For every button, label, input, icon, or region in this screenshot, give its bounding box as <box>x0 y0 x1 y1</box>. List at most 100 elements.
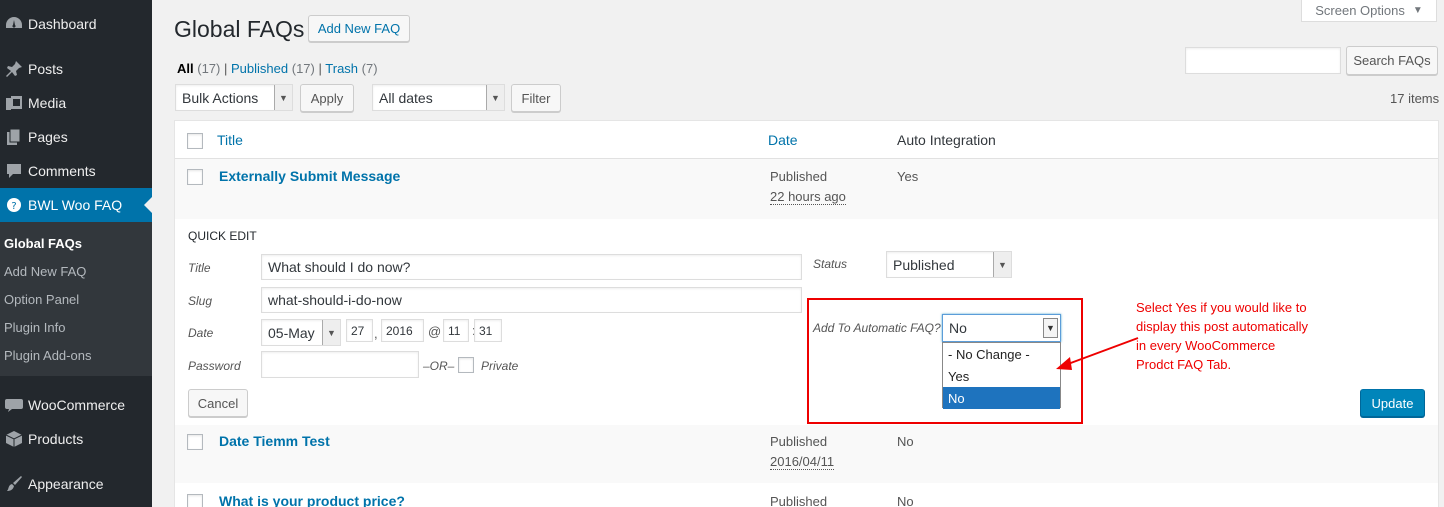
view-all[interactable]: All <box>177 61 194 76</box>
row-date-value: 2016/04/11 <box>770 454 835 470</box>
hour-input[interactable]: 11 <box>443 319 469 342</box>
auto-faq-options: - No Change - Yes No <box>942 342 1061 409</box>
option-yes[interactable]: Yes <box>943 365 1060 387</box>
menu-label: Dashboard <box>28 16 97 32</box>
update-button[interactable]: Update <box>1360 389 1425 417</box>
title-input[interactable]: What should I do now? <box>261 254 802 280</box>
row-title-link[interactable]: Externally Submit Message <box>219 168 400 184</box>
minute-input[interactable]: 31 <box>474 319 502 342</box>
row-checkbox[interactable] <box>187 494 203 507</box>
chevron-down-icon: ▼ <box>486 85 504 110</box>
private-label: Private <box>481 359 519 373</box>
month-select[interactable]: 05-May ▼ <box>261 319 341 346</box>
auto-faq-value: No <box>949 320 967 336</box>
title-label: Title <box>188 261 211 275</box>
view-published-count: (17) <box>291 61 315 76</box>
row-status: Published <box>770 169 828 184</box>
row-checkbox[interactable] <box>187 169 203 185</box>
row-auto: No <box>897 494 914 507</box>
bulk-actions-select[interactable]: Bulk Actions ▼ <box>175 84 293 111</box>
menu-label: Pages <box>28 129 68 145</box>
date-label: Date <box>188 326 214 340</box>
day-input[interactable]: 27 <box>346 319 373 342</box>
auto-faq-label: Add To Automatic FAQ? <box>813 321 941 335</box>
view-trash-count: (7) <box>361 61 378 76</box>
menu-label: WooCommerce <box>28 397 125 413</box>
row-date-value: 22 hours ago <box>770 189 846 205</box>
view-filters: All (17) | Published (17) | Trash (7) <box>177 61 378 76</box>
menu-appearance[interactable]: Appearance <box>0 467 152 501</box>
auto-faq-select[interactable]: No ▼ <box>942 314 1061 342</box>
chevron-down-icon: ▼ <box>993 252 1011 277</box>
submenu-plugin-addons[interactable]: Plugin Add-ons <box>4 348 91 363</box>
slug-input[interactable]: what-should-i-do-now <box>261 287 802 313</box>
password-input[interactable] <box>261 351 419 378</box>
password-label: Password <box>188 359 241 373</box>
pages-icon <box>0 128 28 146</box>
row-auto: Yes <box>897 169 919 184</box>
option-no[interactable]: No <box>943 387 1060 409</box>
search-faqs-button[interactable]: Search FAQs <box>1346 46 1438 75</box>
column-date[interactable]: Date <box>768 132 798 148</box>
row-title-link[interactable]: Date Tiemm Test <box>219 433 330 449</box>
select-all-checkbox[interactable] <box>187 133 203 149</box>
dates-value: All dates <box>379 89 433 106</box>
submenu-add-new-faq[interactable]: Add New FAQ <box>4 264 86 279</box>
annotation-arrow-icon <box>1056 337 1139 370</box>
annotation-text: Select Yes if you would like to display … <box>1136 300 1308 372</box>
cancel-button[interactable]: Cancel <box>188 389 248 417</box>
submenu-option-panel[interactable]: Option Panel <box>4 292 79 307</box>
dashboard-icon <box>0 15 28 33</box>
menu-comments[interactable]: Comments <box>0 154 152 188</box>
column-title[interactable]: Title <box>217 132 243 148</box>
option-no-change[interactable]: - No Change - <box>943 343 1060 365</box>
menu-label: Appearance <box>28 476 104 492</box>
menu-label: Media <box>28 95 67 111</box>
table-header <box>175 121 1438 159</box>
row-checkbox[interactable] <box>187 434 203 450</box>
row-title-link[interactable]: What is your product price? <box>219 493 405 507</box>
or-label: –OR– <box>423 359 455 373</box>
month-value: 05-May <box>268 324 315 341</box>
page-title: Global FAQs <box>174 16 305 42</box>
separator: | <box>224 61 228 76</box>
menu-label: Products <box>28 431 84 447</box>
pin-icon <box>0 60 28 78</box>
separator: | <box>318 61 322 76</box>
row-date: 2016/04/11 <box>770 454 835 470</box>
admin-sidebar: Dashboard Posts Media Pages Comments ? B… <box>0 0 152 507</box>
quick-edit-heading: Quick Edit <box>188 229 257 243</box>
slug-label: Slug <box>188 294 213 308</box>
menu-woocommerce[interactable]: WooCommerce <box>0 388 152 422</box>
woo-icon <box>0 398 28 412</box>
menu-bwl-woo-faq[interactable]: ? BWL Woo FAQ <box>0 188 152 222</box>
menu-dashboard[interactable]: Dashboard <box>0 7 152 41</box>
row-status: Published <box>770 494 828 507</box>
filter-button[interactable]: Filter <box>511 84 561 112</box>
media-icon <box>0 94 28 112</box>
menu-posts[interactable]: Posts <box>0 52 152 86</box>
date-separator: , <box>374 326 378 341</box>
submenu-plugin-info[interactable]: Plugin Info <box>4 320 65 335</box>
menu-products[interactable]: Products <box>0 422 152 456</box>
row-auto: No <box>897 434 914 449</box>
svg-text:?: ? <box>11 201 16 212</box>
status-select[interactable]: Published ▼ <box>886 251 1012 278</box>
help-icon: ? <box>0 196 28 214</box>
screen-options-button[interactable]: Screen Options ▼ <box>1301 0 1437 22</box>
menu-label: BWL Woo FAQ <box>28 197 123 213</box>
search-input[interactable] <box>1185 47 1341 74</box>
dates-select[interactable]: All dates ▼ <box>372 84 505 111</box>
menu-media[interactable]: Media <box>0 86 152 120</box>
year-input[interactable]: 2016 <box>381 319 424 342</box>
add-new-faq-button[interactable]: Add New FAQ <box>308 15 410 42</box>
menu-label: Posts <box>28 61 64 77</box>
menu-pages[interactable]: Pages <box>0 120 152 154</box>
view-all-count: (17) <box>197 61 221 76</box>
brush-icon <box>0 475 28 493</box>
apply-button[interactable]: Apply <box>300 84 354 112</box>
submenu-global-faqs[interactable]: Global FAQs <box>4 236 82 251</box>
private-checkbox[interactable] <box>458 357 474 373</box>
view-trash[interactable]: Trash <box>325 61 358 76</box>
view-published[interactable]: Published <box>231 61 288 76</box>
